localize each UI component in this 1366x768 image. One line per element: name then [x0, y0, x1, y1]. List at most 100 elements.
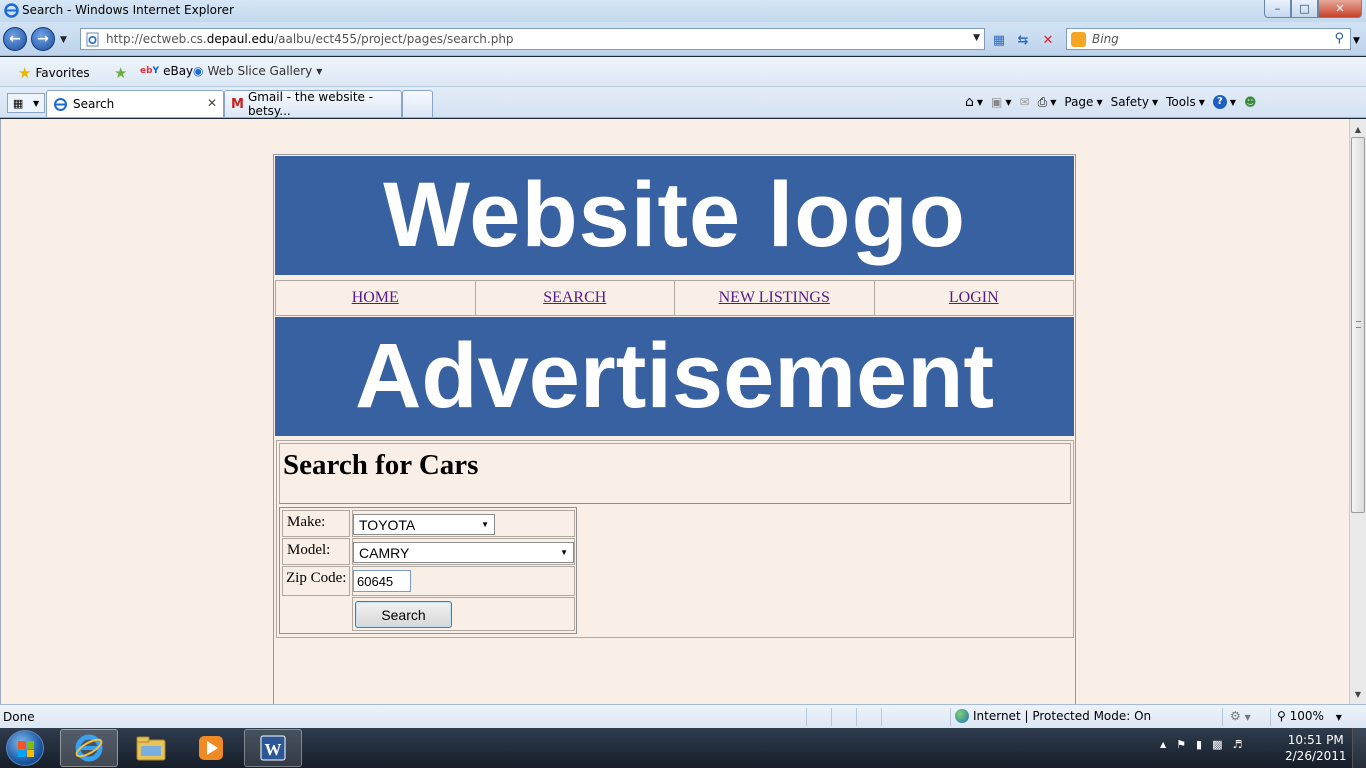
scrollbar-thumb[interactable]: [1351, 137, 1365, 513]
ie-logo-icon: [75, 734, 103, 762]
status-bar: Done Internet | Protected Mode: On ⚙ ▼ ⚲…: [0, 704, 1366, 728]
scroll-down-arrow-icon[interactable]: ▼: [1350, 686, 1366, 702]
search-panel: Search for Cars Make: TOYOTA ▼ Model: CA…: [276, 440, 1074, 638]
website-logo-banner: Website logo: [275, 156, 1074, 275]
web-slice-icon: ◉: [193, 64, 204, 78]
forward-button[interactable]: →: [31, 27, 55, 51]
protected-mode-icon[interactable]: ⚙ ▼: [1230, 709, 1251, 723]
system-clock[interactable]: 10:51 PM 2/26/2011: [1285, 732, 1347, 764]
security-zone[interactable]: Internet | Protected Mode: On: [955, 709, 1151, 723]
action-center-flag-icon[interactable]: ⚑: [1176, 738, 1186, 751]
home-button[interactable]: ⌂ ▼: [965, 94, 983, 110]
windows-logo-icon: [18, 741, 34, 757]
tab-label: Search: [73, 97, 115, 111]
search-provider-dropdown-icon[interactable]: ▼: [1353, 36, 1360, 46]
submit-cell: Search: [352, 597, 575, 631]
taskbar-internet-explorer[interactable]: [60, 729, 118, 767]
nav-cell-login: LOGIN: [875, 281, 1074, 315]
read-mail-button[interactable]: ✉: [1020, 95, 1030, 109]
title-bar: Search - Windows Internet Explorer – □ ✕: [0, 0, 1366, 22]
close-tab-icon[interactable]: ✕: [207, 96, 217, 110]
ebay-icon: ebY: [140, 66, 160, 76]
chevron-down-icon: ▼: [1335, 713, 1342, 722]
rss-feed-icon: ▣: [991, 95, 1003, 109]
compatibility-view-icon[interactable]: ▦: [989, 30, 1009, 50]
search-input[interactable]: Bing ⚲: [1066, 28, 1351, 50]
zoom-icon: ⚲: [1277, 709, 1286, 723]
window-title: Search - Windows Internet Explorer: [22, 3, 234, 17]
svg-text:W: W: [265, 740, 282, 759]
volume-icon[interactable]: ♬: [1233, 738, 1243, 751]
internet-globe-icon: [955, 709, 969, 723]
nav-cell-new-listings: NEW LISTINGS: [675, 281, 875, 315]
tools-menu[interactable]: Tools ▼: [1166, 95, 1205, 109]
back-button[interactable]: ←: [3, 27, 27, 51]
taskbar-windows-explorer[interactable]: [122, 729, 180, 767]
search-submit-button[interactable]: Search: [355, 601, 452, 628]
make-cell: TOYOTA ▼: [352, 510, 575, 537]
favorite-web-slice-gallery[interactable]: ◉ Web Slice Gallery ▼: [193, 64, 322, 78]
empty-label-cell: [282, 597, 350, 631]
navigation-bar: ← → ▼ http://ectweb.cs.depaul.edu/aalbu/…: [0, 22, 1366, 56]
help-menu[interactable]: ? ▼: [1212, 95, 1236, 109]
submit-row: Search: [282, 597, 575, 631]
model-label: Model:: [282, 538, 350, 565]
favorites-button[interactable]: ★ Favorites: [18, 64, 90, 82]
nav-home-link[interactable]: HOME: [352, 289, 399, 307]
minimize-button[interactable]: –: [1264, 0, 1291, 18]
network-signal-icon[interactable]: ▩: [1212, 738, 1222, 751]
address-dropdown-icon[interactable]: ▼: [973, 33, 980, 43]
scroll-up-arrow-icon[interactable]: ▲: [1350, 121, 1366, 137]
feeds-button[interactable]: ▣ ▼: [991, 95, 1012, 109]
tab-gmail[interactable]: M Gmail - the website - betsy...: [224, 90, 402, 118]
zoom-control[interactable]: ⚲ 100% ▼: [1277, 709, 1342, 723]
favorite-ebay[interactable]: ebY eBay: [140, 64, 193, 78]
page-menu[interactable]: Page ▼: [1064, 95, 1102, 109]
maximize-button[interactable]: □: [1291, 0, 1318, 18]
favorites-bar: ★ Favorites ★ ebY eBay ◉ Web Slice Galle…: [0, 57, 1366, 87]
battery-icon[interactable]: ▮: [1196, 738, 1202, 751]
zip-code-input[interactable]: 60645: [353, 570, 411, 592]
bing-icon: [1071, 32, 1086, 47]
taskbar-media-player[interactable]: [182, 729, 240, 767]
nav-search-link[interactable]: SEARCH: [543, 289, 606, 307]
search-icon[interactable]: ⚲: [1334, 31, 1344, 46]
add-to-favorites-bar-button[interactable]: ★: [114, 64, 127, 82]
stop-icon[interactable]: ✕: [1038, 30, 1058, 50]
command-bar: ⌂ ▼ ▣ ▼ ✉ ⎙ ▼ Page ▼ Safety ▼ Tools ▼ ? ▼ ☻: [965, 92, 1265, 112]
close-window-button[interactable]: ✕: [1318, 0, 1362, 18]
address-bar[interactable]: http://ectweb.cs.depaul.edu/aalbu/ect455…: [80, 28, 985, 50]
word-icon: W: [260, 735, 286, 761]
safety-menu[interactable]: Safety ▼: [1111, 95, 1159, 109]
model-select[interactable]: CAMRY ▼: [353, 542, 574, 563]
favorite-label: Web Slice Gallery: [207, 64, 313, 78]
start-button[interactable]: [6, 730, 44, 766]
ie-logo-icon: [4, 3, 19, 18]
model-row: Model: CAMRY ▼: [282, 538, 575, 565]
model-selected-value: CAMRY: [359, 545, 410, 561]
new-tab-button[interactable]: [402, 90, 433, 117]
make-select[interactable]: TOYOTA ▼: [353, 514, 495, 535]
system-tray: ▲ ⚑ ▮ ▩ ♬: [1160, 738, 1242, 751]
chevron-down-icon: ▼: [316, 66, 323, 76]
vertical-scrollbar[interactable]: ▲ ▼: [1349, 119, 1366, 704]
recent-pages-dropdown-icon[interactable]: ▼: [60, 35, 67, 45]
nav-new-listings-link[interactable]: NEW LISTINGS: [719, 289, 830, 307]
nav-login-link[interactable]: LOGIN: [949, 289, 999, 307]
quick-tabs-button[interactable]: ▦ ▼: [7, 93, 45, 113]
clock-time: 10:51 PM: [1287, 733, 1344, 747]
favorite-label: eBay: [163, 64, 194, 78]
zip-cell: 60645: [352, 566, 575, 596]
print-button[interactable]: ⎙ ▼: [1038, 95, 1057, 110]
url-text[interactable]: http://ectweb.cs.depaul.edu/aalbu/ect455…: [106, 32, 514, 46]
tab-search[interactable]: Search ✕: [46, 90, 224, 117]
show-desktop-button[interactable]: [1352, 728, 1366, 768]
search-placeholder: Bing: [1092, 32, 1119, 46]
show-hidden-icons-icon[interactable]: ▲: [1160, 740, 1166, 749]
research-button[interactable]: ☻: [1244, 95, 1257, 109]
refresh-icon[interactable]: ⇆: [1013, 30, 1033, 50]
quick-tabs-icon: ▦: [12, 96, 24, 110]
taskbar-microsoft-word[interactable]: W: [244, 729, 302, 767]
chevron-down-icon: ▼: [560, 548, 568, 557]
advertisement-banner: Advertisement: [275, 317, 1074, 436]
